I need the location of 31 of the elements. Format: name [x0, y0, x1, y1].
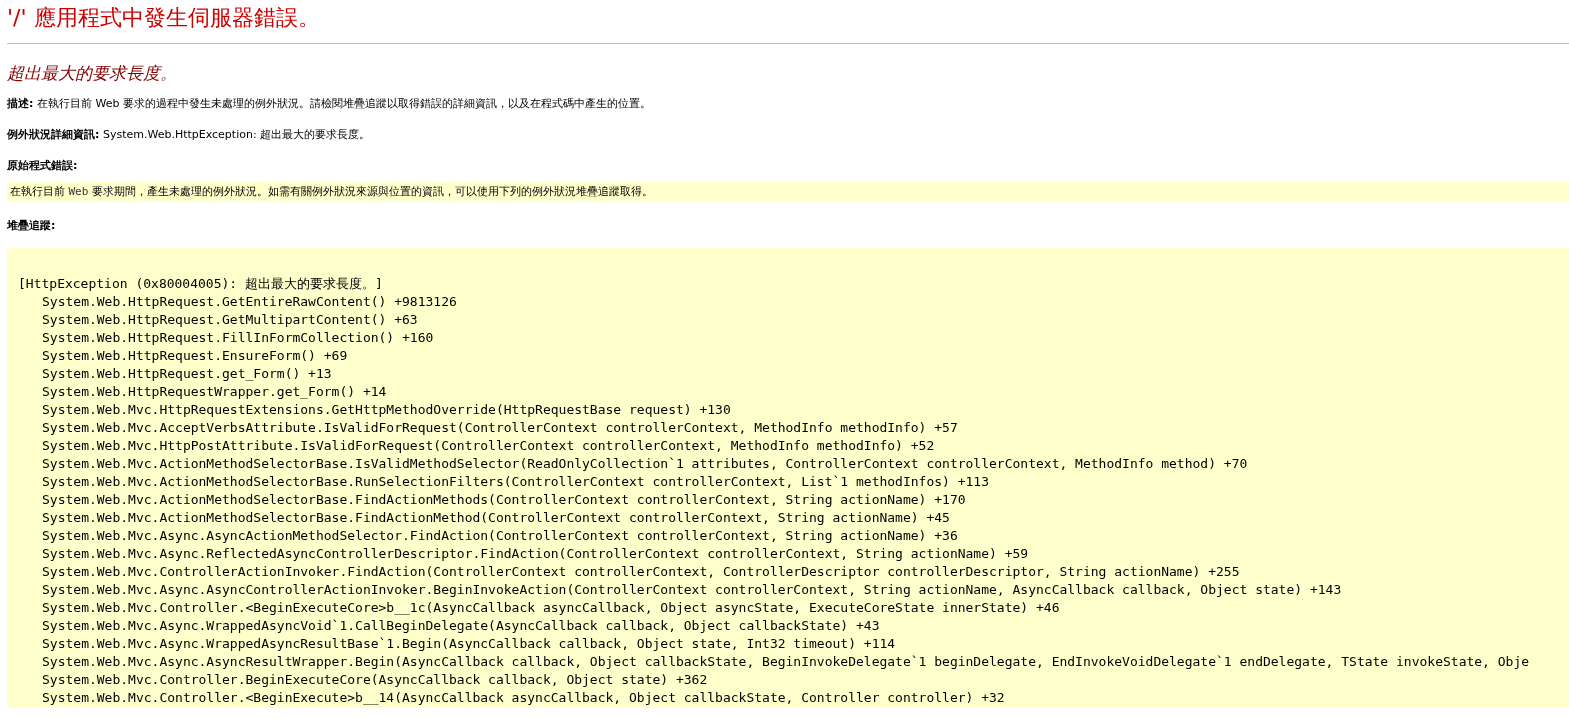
- stack-frame: System.Web.HttpRequest.GetEntireRawContent() +9813126: [18, 293, 457, 311]
- stack-frame: System.Web.HttpRequestWrapper.get_Form() +14: [18, 383, 387, 401]
- stack-frame: System.Web.Mvc.Async.ReflectedAsyncControllerDescriptor.FindAction(ControllerContext controllerContext, String actionName) +59: [18, 545, 1029, 563]
- stack-frame: System.Web.Mvc.AcceptVerbsAttribute.IsValidForRequest(ControllerContext controllerContext, MethodInfo methodInfo) +57: [18, 419, 958, 437]
- stack-frame: System.Web.Mvc.Async.WrappedAsyncResultBase`1.Begin(AsyncCallback callback, Object state, Int32 timeout) +114: [18, 635, 896, 653]
- stack-frame: System.Web.Mvc.Controller.<BeginExecuteCore>b__1c(AsyncCallback asyncCallback, Object asyncState, ExecuteCoreState innerState) +46: [18, 599, 1060, 617]
- stack-frame: System.Web.Mvc.Async.AsyncActionMethodSelector.FindAction(ControllerContext controllerContext, String actionName) +36: [18, 527, 958, 545]
- stack-frame: System.Web.HttpRequest.FillInFormCollection() +160: [18, 329, 434, 347]
- stack-frame: System.Web.Mvc.ActionMethodSelectorBase.FindActionMethods(ControllerContext controllerContext, String actionName) +170: [18, 491, 966, 509]
- stack-frame: System.Web.Mvc.ActionMethodSelectorBase.FindActionMethod(ControllerContext controllerContext, String actionName) +45: [18, 509, 950, 527]
- exception-details-text: 例外狀況詳細資訊: System.Web.HttpException: 超出最大的要求長度。: [7, 128, 371, 142]
- stack-frame: System.Web.HttpRequest.get_Form() +13: [18, 365, 332, 383]
- stack-frame: System.Web.HttpRequest.EnsureForm() +69: [18, 347, 348, 365]
- stack-frame: System.Web.Mvc.Async.AsyncControllerActionInvoker.BeginInvokeAction(ControllerContext controllerContext, String actionName, AsyncCallback callback, Object state) +143: [18, 581, 1342, 599]
- source-error-text: 在執行目前 Web 要求期間，產生未處理的例外狀況。如需有關例外狀況來源與位置的資訊，可以使用下列的例外狀況堆疊追蹤取得。: [10, 185, 653, 199]
- exception-line: [HttpException (0x80004005): 超出最大的要求長度。]: [18, 275, 383, 293]
- stack-frame: System.Web.Mvc.ActionMethodSelectorBase.IsValidMethodSelector(ReadOnlyCollection`1 attributes, ControllerContext controllerContext, MethodInfo method) +70: [18, 455, 1248, 473]
- stack-frame: System.Web.HttpRequest.GetMultipartContent() +63: [18, 311, 418, 329]
- description-text: 描述: 在執行目前 Web 要求的過程中發生未處理的例外狀況。請檢閱堆疊追蹤以取得錯誤的詳細資訊，以及在程式碼中產生的位置。: [7, 97, 651, 111]
- stack-frame: System.Web.Mvc.Controller.<BeginExecute>b__14(AsyncCallback asyncCallback, Object callbackState, Controller controller) +32: [18, 689, 1005, 707]
- stack-frame: System.Web.Mvc.Controller.BeginExecuteCore(AsyncCallback callback, Object state) +362: [18, 671, 708, 689]
- stack-frame: System.Web.Mvc.Async.AsyncResultWrapper.Begin(AsyncCallback callback, Object callbackState, BeginInvokeDelegate`1 beginDelegate, EndInvokeVoidDelegate`1 endDelegate, TState invokeState, Obje: [18, 653, 1530, 671]
- error-subtitle: 超出最大的要求長度。: [7, 62, 177, 84]
- stack-frame: System.Web.Mvc.HttpPostAttribute.IsValidForRequest(ControllerContext controllerContext, MethodInfo methodInfo) +52: [18, 437, 935, 455]
- source-error-label: 原始程式錯誤:: [7, 159, 78, 173]
- stack-frame: System.Web.Mvc.ControllerActionInvoker.FindAction(ControllerContext controllerContext, ControllerDescriptor controllerDescriptor, String actionName) +255: [18, 563, 1240, 581]
- stack-frame: System.Web.Mvc.ActionMethodSelectorBase.RunSelectionFilters(ControllerContext controllerContext, List`1 methodInfos) +113: [18, 473, 990, 491]
- stack-frame: System.Web.Mvc.Async.WrappedAsyncVoid`1.CallBeginDelegate(AsyncCallback callback, Object callbackState) +43: [18, 617, 880, 635]
- stack-trace-label: 堆疊追蹤:: [7, 219, 56, 233]
- page-title: '/' 應用程式中發生伺服器錯誤。: [7, 4, 320, 32]
- stack-frame: System.Web.Mvc.HttpRequestExtensions.GetHttpMethodOverride(HttpRequestBase request) +130: [18, 401, 731, 419]
